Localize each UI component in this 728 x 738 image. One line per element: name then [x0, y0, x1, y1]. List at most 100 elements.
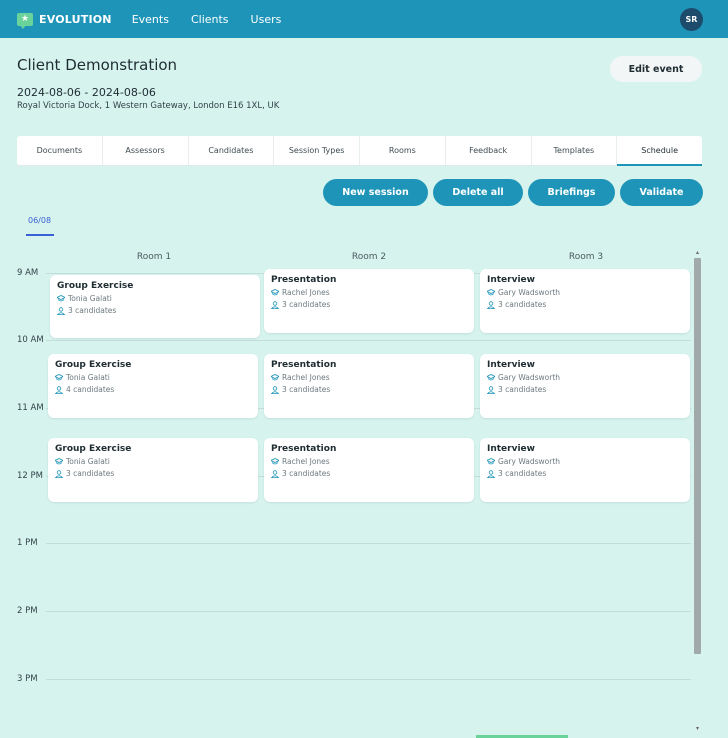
- hour-line: [46, 543, 691, 544]
- nav-link-events[interactable]: Events: [132, 13, 169, 26]
- time-label-12pm: 12 PM: [17, 471, 43, 481]
- graduation-cap-icon: [487, 458, 495, 465]
- session-title: Presentation: [271, 275, 337, 285]
- person-icon: [271, 385, 279, 394]
- tab-documents[interactable]: Documents: [17, 136, 103, 165]
- top-navbar: ★ EVOLUTION Events Clients Users SR: [0, 0, 728, 38]
- chat-logo-icon: ★: [17, 12, 33, 29]
- schedule-grid: Room 1 Room 2 Room 3 9 AM 10 AM 11 AM 12…: [0, 244, 728, 738]
- tab-feedback[interactable]: Feedback: [446, 136, 532, 165]
- graduation-cap-icon: [55, 374, 63, 381]
- tab-assessors[interactable]: Assessors: [103, 136, 189, 165]
- graduation-cap-icon: [271, 374, 279, 381]
- schedule-actions: New session Delete all Briefings Validat…: [323, 179, 703, 206]
- edit-event-button[interactable]: Edit event: [610, 56, 702, 82]
- briefings-button[interactable]: Briefings: [528, 179, 615, 206]
- session-assessor: Tonia Galati: [66, 457, 110, 466]
- session-assessor: Tonia Galati: [68, 294, 112, 303]
- graduation-cap-icon: [487, 374, 495, 381]
- person-icon: [271, 300, 279, 309]
- time-label-9am: 9 AM: [17, 268, 39, 278]
- session-assessor: Gary Wadsworth: [498, 373, 561, 382]
- session-card[interactable]: Presentation Rachel Jones 3 candidates: [264, 354, 474, 418]
- session-candidates: 3 candidates: [498, 385, 547, 394]
- time-label-1pm: 1 PM: [17, 538, 38, 548]
- session-assessor: Tonia Galati: [66, 373, 110, 382]
- session-card[interactable]: Group Exercise Tonia Galati 4 candidates: [48, 354, 258, 418]
- session-title: Interview: [487, 275, 535, 285]
- time-label-10am: 10 AM: [17, 335, 44, 345]
- tab-schedule[interactable]: Schedule: [617, 136, 702, 166]
- scroll-thumb[interactable]: [694, 258, 701, 654]
- room-header-3: Room 3: [568, 252, 604, 262]
- graduation-cap-icon: [57, 295, 65, 302]
- room-header-1: Room 1: [136, 252, 172, 262]
- session-candidates: 3 candidates: [498, 469, 547, 478]
- validate-button[interactable]: Validate: [620, 179, 703, 206]
- nav-link-clients[interactable]: Clients: [191, 13, 229, 26]
- session-candidates: 3 candidates: [282, 469, 331, 478]
- session-candidates: 3 candidates: [68, 306, 117, 315]
- graduation-cap-icon: [271, 458, 279, 465]
- session-assessor: Rachel Jones: [282, 288, 330, 297]
- hour-line: [46, 340, 691, 341]
- time-label-2pm: 2 PM: [17, 606, 38, 616]
- graduation-cap-icon: [271, 289, 279, 296]
- session-card[interactable]: Presentation Rachel Jones 3 candidates: [264, 438, 474, 502]
- room-header-2: Room 2: [351, 252, 387, 262]
- session-card[interactable]: Group Exercise Tonia Galati 3 candidates: [50, 275, 260, 338]
- graduation-cap-icon: [55, 458, 63, 465]
- person-icon: [57, 306, 65, 315]
- session-title: Group Exercise: [55, 444, 132, 454]
- session-candidates: 4 candidates: [66, 385, 115, 394]
- date-tab-indicator: [26, 234, 54, 236]
- person-icon: [55, 469, 63, 478]
- tab-templates[interactable]: Templates: [532, 136, 618, 165]
- session-title: Group Exercise: [55, 360, 132, 370]
- tab-rooms[interactable]: Rooms: [360, 136, 446, 165]
- session-assessor: Gary Wadsworth: [498, 288, 561, 297]
- main-nav: Events Clients Users: [132, 13, 304, 26]
- scroll-down-icon[interactable]: ▾: [694, 726, 701, 732]
- session-candidates: 3 candidates: [66, 469, 115, 478]
- tab-candidates[interactable]: Candidates: [189, 136, 275, 165]
- person-icon: [55, 385, 63, 394]
- event-tabs: Documents Assessors Candidates Session T…: [17, 136, 702, 166]
- person-icon: [487, 385, 495, 394]
- schedule-scrollbar[interactable]: ▴ ▾: [694, 250, 701, 732]
- user-avatar[interactable]: SR: [680, 8, 703, 31]
- brand[interactable]: ★ EVOLUTION: [17, 12, 112, 29]
- session-card[interactable]: Group Exercise Tonia Galati 3 candidates: [48, 438, 258, 502]
- page-title: Client Demonstration: [17, 56, 178, 74]
- session-card[interactable]: Presentation Rachel Jones 3 candidates: [264, 269, 474, 333]
- person-icon: [487, 469, 495, 478]
- time-label-3pm: 3 PM: [17, 674, 38, 684]
- session-title: Presentation: [271, 444, 337, 454]
- session-title: Group Exercise: [57, 281, 134, 291]
- event-dates: 2024-08-06 - 2024-08-06: [17, 86, 156, 99]
- time-label-11am: 11 AM: [17, 403, 44, 413]
- session-candidates: 3 candidates: [282, 300, 331, 309]
- session-title: Interview: [487, 360, 535, 370]
- session-card[interactable]: Interview Gary Wadsworth 3 candidates: [480, 438, 690, 502]
- session-card[interactable]: Interview Gary Wadsworth 3 candidates: [480, 354, 690, 418]
- date-tab[interactable]: 06/08: [28, 216, 51, 225]
- scroll-up-icon[interactable]: ▴: [694, 250, 701, 256]
- session-candidates: 3 candidates: [282, 385, 331, 394]
- new-session-button[interactable]: New session: [323, 179, 428, 206]
- session-assessor: Rachel Jones: [282, 457, 330, 466]
- delete-all-button[interactable]: Delete all: [433, 179, 523, 206]
- nav-link-users[interactable]: Users: [251, 13, 282, 26]
- person-icon: [271, 469, 279, 478]
- hour-line: [46, 679, 691, 680]
- session-candidates: 3 candidates: [498, 300, 547, 309]
- graduation-cap-icon: [487, 289, 495, 296]
- person-icon: [487, 300, 495, 309]
- session-card[interactable]: Interview Gary Wadsworth 3 candidates: [480, 269, 690, 333]
- brand-name: EVOLUTION: [39, 12, 112, 26]
- session-title: Presentation: [271, 360, 337, 370]
- session-title: Interview: [487, 444, 535, 454]
- hour-line: [46, 611, 691, 612]
- event-address: Royal Victoria Dock, 1 Western Gateway, …: [17, 101, 280, 111]
- tab-session-types[interactable]: Session Types: [274, 136, 360, 165]
